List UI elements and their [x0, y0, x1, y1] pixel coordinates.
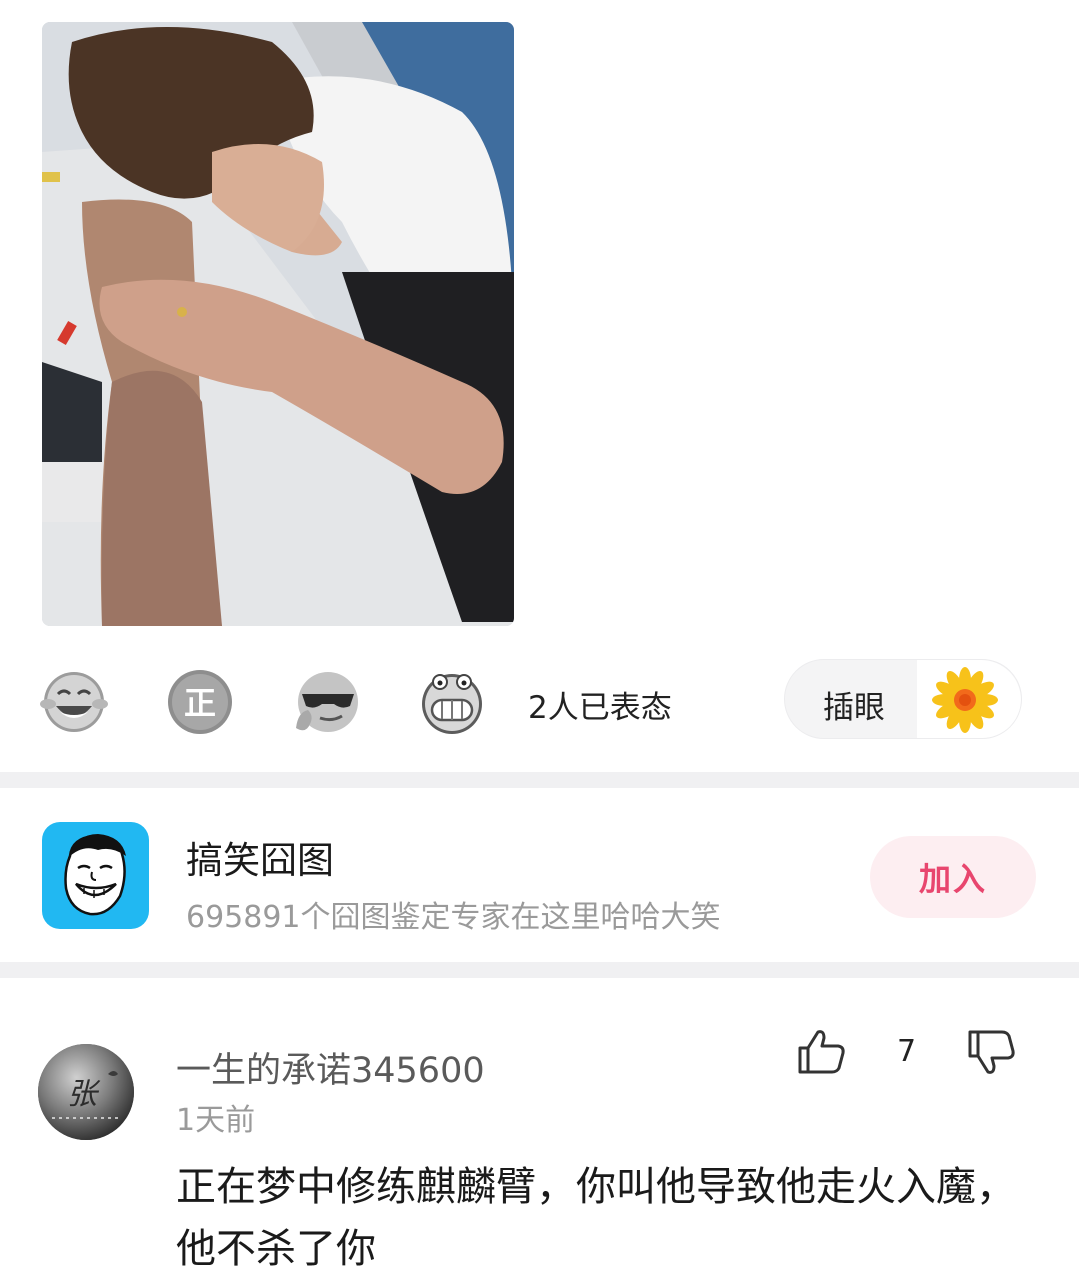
bookmark-vote-button[interactable]: 插眼 — [784, 659, 1022, 739]
avatar-glyph: 张 — [67, 1077, 101, 1112]
group-name: 搞笑囧图 — [186, 839, 334, 882]
avatar[interactable]: 张 — [38, 1044, 134, 1140]
reaction-count: 2人已表态 — [528, 690, 672, 726]
comment-timestamp: 1天前 — [176, 1103, 256, 1138]
group-description: 695891个囧图鉴定专家在这里哈哈大笑 — [186, 900, 721, 935]
photo-illustration — [42, 22, 514, 626]
comment-item: 张 一生的承诺345600 1天前 7 正在梦中修练麒麟臂，你叫他导致他走火入魔… — [0, 980, 1079, 1285]
comment-username[interactable]: 一生的承诺345600 — [176, 1042, 485, 1093]
zheng-badge-emoji-icon[interactable]: 正 — [166, 668, 234, 736]
reaction-bar: 正 2人已表态 插眼 — [0, 650, 1079, 750]
sunflower-icon — [917, 660, 1021, 738]
join-group-button[interactable]: 加入 — [870, 836, 1036, 918]
laughing-tears-emoji-icon[interactable] — [40, 668, 108, 736]
group-card[interactable]: 搞笑囧图 695891个囧图鉴定专家在这里哈哈大笑 加入 — [0, 790, 1079, 960]
like-count: 7 — [897, 1034, 917, 1069]
comment-text: 正在梦中修练麒麟臂，你叫他导致他走火入魔，他不杀了你 — [176, 1164, 1016, 1272]
section-divider — [0, 772, 1079, 788]
thumbs-down-icon[interactable] — [966, 1026, 1018, 1078]
post-photo[interactable] — [42, 22, 514, 626]
bookmark-vote-label: 插眼 — [823, 690, 885, 726]
zheng-glyph: 正 — [184, 684, 216, 722]
section-divider — [0, 962, 1079, 978]
grinning-teeth-emoji-icon[interactable] — [418, 668, 486, 736]
sunglasses-emoji-icon[interactable] — [292, 668, 360, 736]
meme-face-icon — [42, 822, 149, 929]
thumbs-up-icon[interactable] — [796, 1026, 848, 1078]
